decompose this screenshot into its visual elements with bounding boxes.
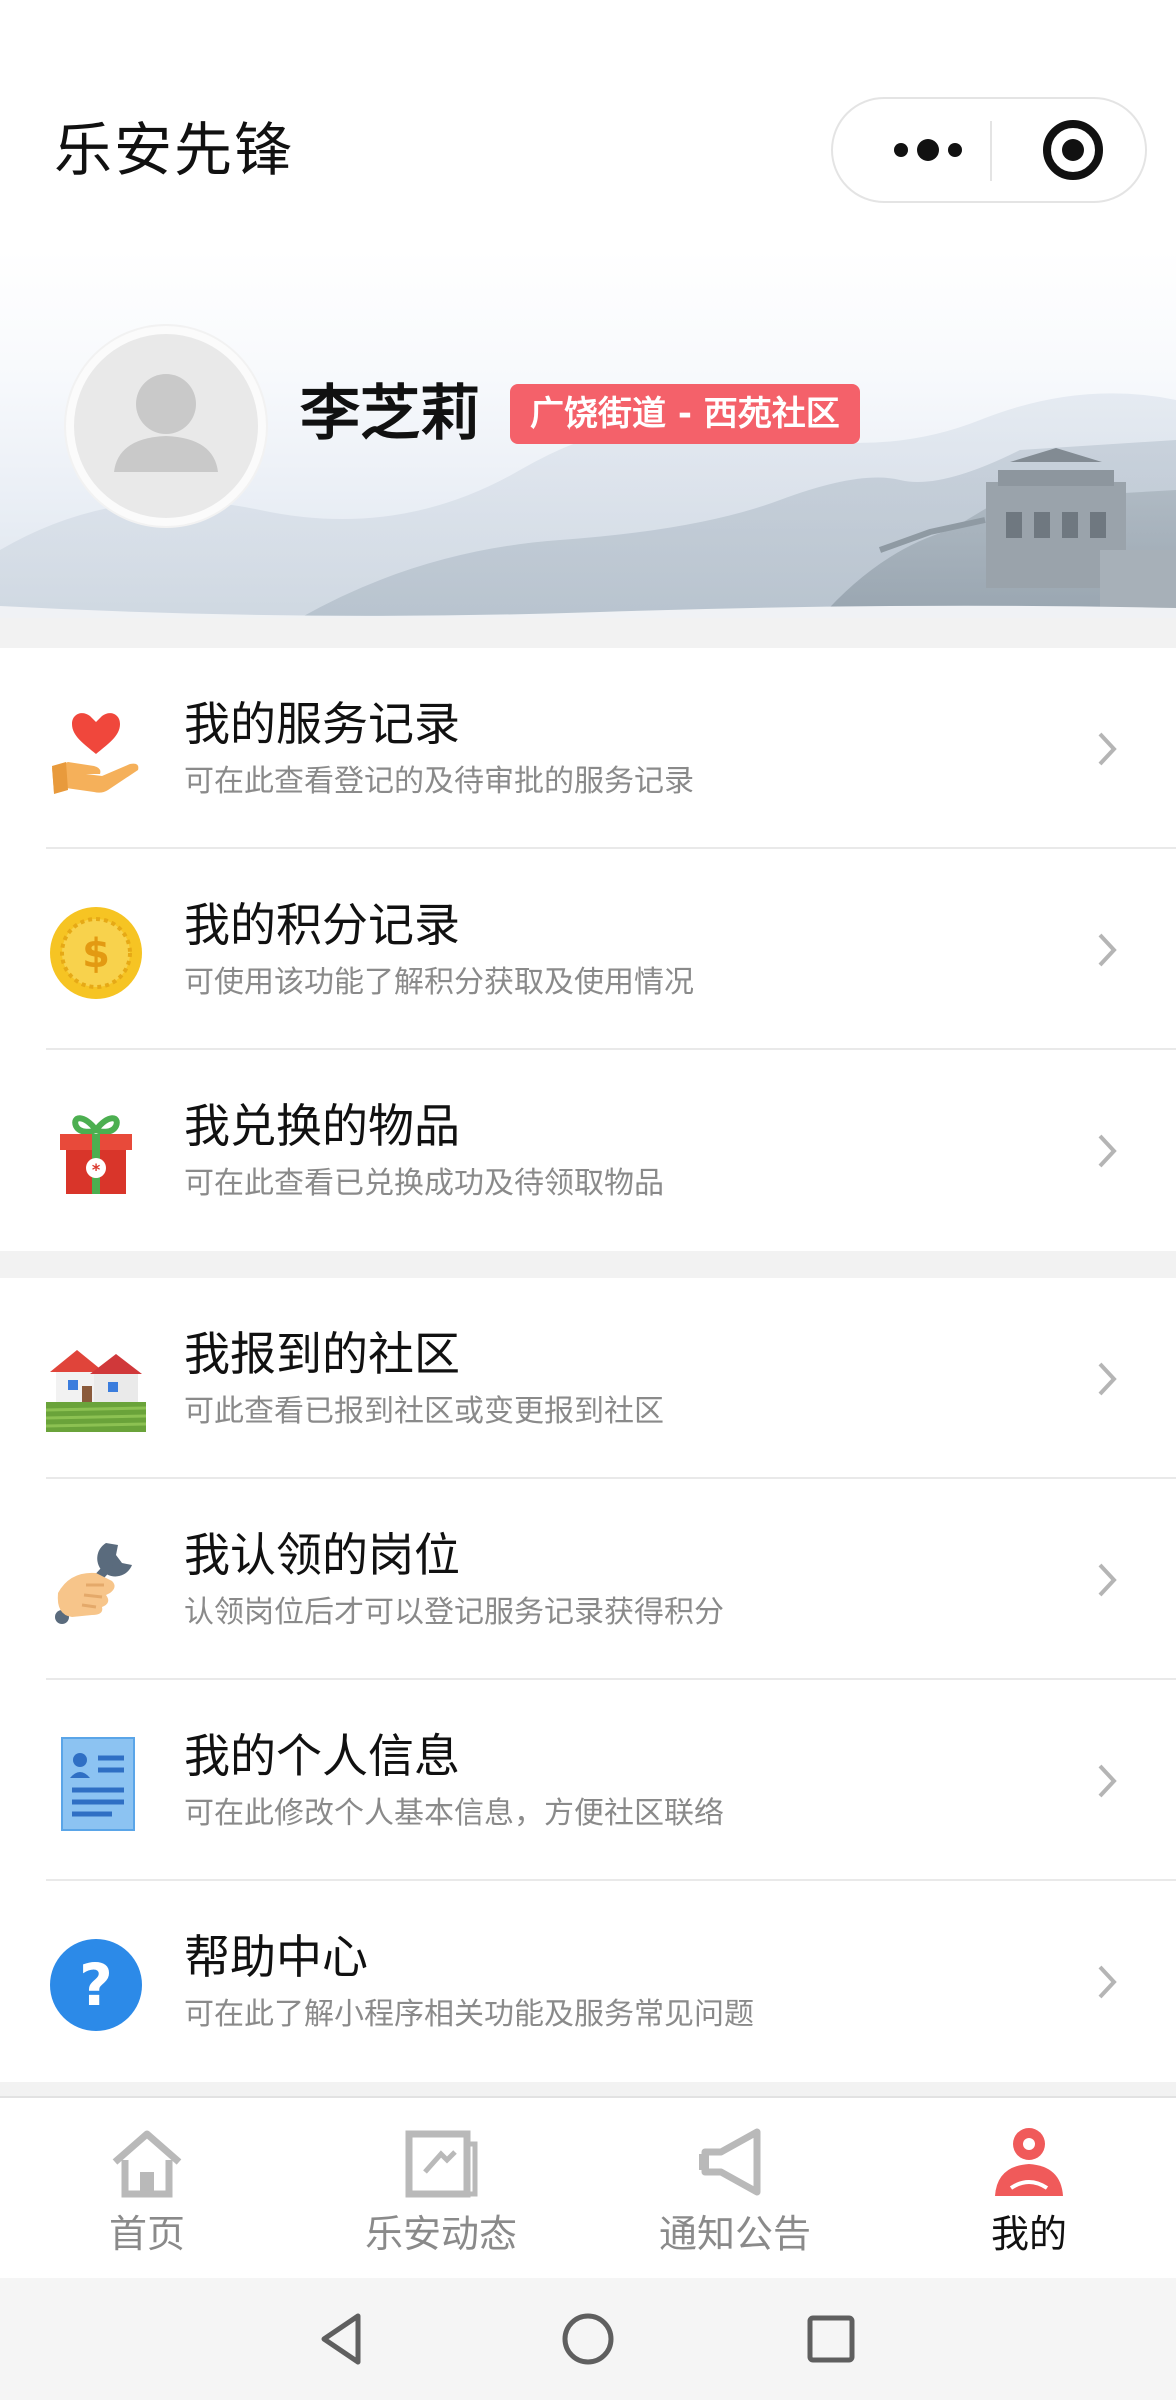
mini-program-capsule <box>831 97 1147 203</box>
more-options-button[interactable] <box>873 99 983 201</box>
menu-item-subtitle: 可在此查看登记的及待审批的服务记录 <box>184 764 694 799</box>
chevron-right-icon <box>1098 1764 1117 1798</box>
recent-apps-square-icon[interactable] <box>798 2306 864 2372</box>
section-gap <box>0 1251 1176 1278</box>
tab-label: 乐安动态 <box>364 2212 517 2256</box>
capsule-divider <box>990 121 992 181</box>
system-navigation-bar <box>0 2278 1176 2400</box>
tab-home[interactable]: 首页 <box>0 2098 294 2278</box>
menu-item-redeemed-items[interactable]: * 我兑换的物品 可在此查看已兑换成功及待领取物品 <box>0 1050 1176 1251</box>
home-circle-icon[interactable] <box>555 2306 621 2372</box>
megaphone-icon <box>699 2128 761 2196</box>
app-title: 乐安先锋 <box>54 116 295 184</box>
menu-item-title: 我的积分记录 <box>184 898 460 952</box>
chevron-right-icon <box>1098 1965 1117 1999</box>
question-icon: ? <box>50 1939 142 2031</box>
menu-item-title: 我的服务记录 <box>184 697 460 751</box>
menu-item-subtitle: 认领岗位后才可以登记服务记录获得积分 <box>184 1595 724 1630</box>
section-gap <box>0 618 1176 648</box>
community-badge: 广饶街道 - 西苑社区 <box>510 384 860 444</box>
hand-wrench-icon <box>55 1543 132 1624</box>
chevron-right-icon <box>1098 1563 1117 1597</box>
chevron-right-icon <box>1098 933 1117 967</box>
more-dots-icon <box>894 139 962 161</box>
menu-item-service-records[interactable]: 我的服务记录 可在此查看登记的及待审批的服务记录 <box>0 648 1176 849</box>
menu-item-subtitle: 可在此修改个人基本信息，方便社区联络 <box>184 1796 724 1831</box>
svg-text:?: ? <box>79 1951 113 2019</box>
back-triangle-icon[interactable] <box>310 2306 376 2372</box>
tab-label: 首页 <box>108 2212 185 2256</box>
user-name: 李芝莉 <box>300 379 480 449</box>
svg-text:*: * <box>92 1160 101 1179</box>
menu-item-subtitle: 可在此查看已兑换成功及待领取物品 <box>184 1166 664 1201</box>
menu-item-title: 我兑换的物品 <box>184 1099 460 1153</box>
chevron-right-icon <box>1098 1362 1117 1396</box>
menu-item-claimed-positions[interactable]: 我认领的岗位 认领岗位后才可以登记服务记录获得积分 <box>0 1479 1176 1680</box>
tab-mine[interactable]: 我的 <box>882 2098 1176 2278</box>
menu-item-points-records[interactable]: $ 我的积分记录 可使用该功能了解积分获取及使用情况 <box>0 849 1176 1050</box>
tab-label: 我的 <box>990 2212 1067 2256</box>
id-card-icon <box>61 1737 135 1831</box>
profile-banner: 李芝莉 广饶街道 - 西苑社区 <box>0 250 1176 618</box>
user-icon <box>995 2128 1063 2196</box>
target-close-icon <box>1043 120 1103 180</box>
menu-item-title: 我认领的岗位 <box>184 1528 460 1582</box>
chevron-right-icon <box>1098 1134 1117 1168</box>
gift-icon: * <box>60 1115 132 1194</box>
avatar[interactable] <box>66 326 266 526</box>
chevron-right-icon <box>1098 732 1117 766</box>
menu-item-subtitle: 可在此了解小程序相关功能及服务常见问题 <box>184 1997 754 2032</box>
community-house-icon <box>46 1350 146 1432</box>
default-user-avatar-icon <box>114 374 218 472</box>
menu-item-title: 我报到的社区 <box>184 1327 460 1381</box>
menu-item-subtitle: 可使用该功能了解积分获取及使用情况 <box>184 965 694 1000</box>
menu-item-help-center[interactable]: ? 帮助中心 可在此了解小程序相关功能及服务常见问题 <box>0 1881 1176 2082</box>
tab-label: 通知公告 <box>658 2212 811 2256</box>
tab-notices[interactable]: 通知公告 <box>588 2098 882 2278</box>
heart-hand-icon <box>52 713 139 794</box>
menu-group-account: 我报到的社区 可此查看已报到社区或变更报到社区 我认领的岗位 认领岗位后才可以登… <box>0 1278 1176 2082</box>
close-mini-program-button[interactable] <box>1023 99 1123 201</box>
section-gap <box>0 2082 1176 2096</box>
tab-bar: 首页 乐安动态 通知公告 我的 <box>0 2096 1176 2278</box>
menu-group-records: 我的服务记录 可在此查看登记的及待审批的服务记录 $ 我的积分记录 可使用该功能… <box>0 648 1176 1251</box>
svg-text:$: $ <box>82 931 110 977</box>
coin-icon: $ <box>50 907 142 999</box>
menu-item-subtitle: 可此查看已报到社区或变更报到社区 <box>184 1394 664 1429</box>
menu-item-personal-info[interactable]: 我的个人信息 可在此修改个人基本信息，方便社区联络 <box>0 1680 1176 1881</box>
menu-item-registered-community[interactable]: 我报到的社区 可此查看已报到社区或变更报到社区 <box>0 1278 1176 1479</box>
menu-item-title: 帮助中心 <box>184 1930 368 1984</box>
menu-item-title: 我的个人信息 <box>184 1729 460 1783</box>
tab-news[interactable]: 乐安动态 <box>294 2098 588 2278</box>
home-icon <box>112 2130 182 2198</box>
news-icon <box>405 2130 478 2198</box>
